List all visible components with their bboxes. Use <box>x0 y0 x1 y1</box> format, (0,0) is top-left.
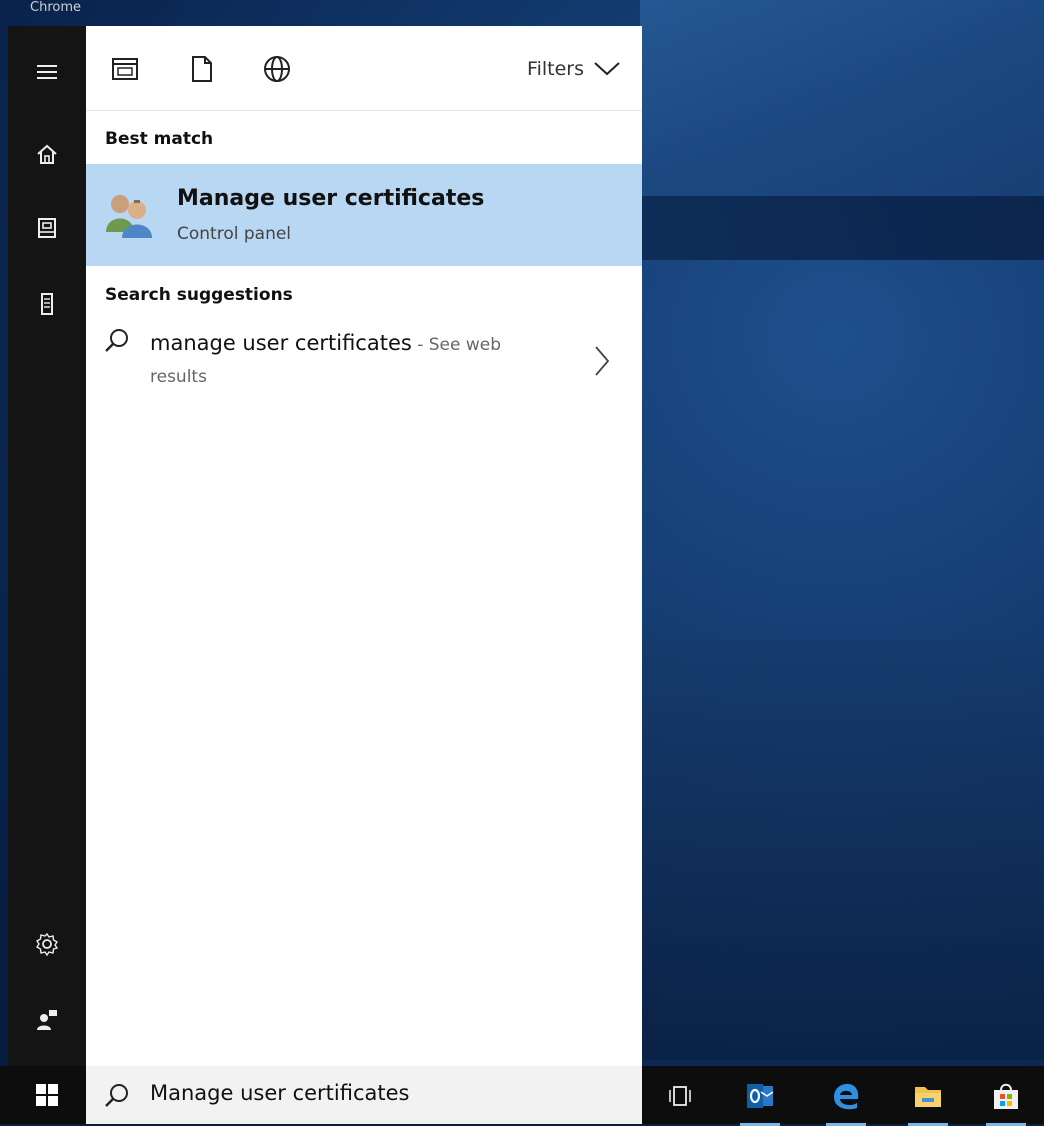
search-panel: Filters Best match Manage user certifica… <box>86 26 642 1066</box>
suggestion-suffix: - See web <box>411 335 502 355</box>
web-suggestion-item[interactable]: manage user certificates - See web resul… <box>86 321 642 401</box>
best-match-heading: Best match <box>105 129 214 149</box>
taskbar-search-box[interactable]: Manage user certificates <box>86 1066 642 1124</box>
wallpaper-band <box>640 196 1044 260</box>
best-match-subtitle: Control panel <box>177 224 292 244</box>
menu-icon[interactable] <box>8 44 86 100</box>
start-rail <box>8 26 86 1066</box>
wallpaper-light <box>640 0 1044 196</box>
home-icon[interactable] <box>8 126 86 182</box>
filters-label: Filters <box>527 58 584 80</box>
best-match-title: Manage user certificates <box>177 186 485 211</box>
search-icon <box>104 327 130 353</box>
filters-dropdown[interactable]: Filters <box>527 58 620 80</box>
windows-start-icon[interactable] <box>8 1066 86 1124</box>
suggestion-suffix-continued: results <box>150 367 207 387</box>
desktop-icon-caption[interactable]: Chrome <box>30 0 81 16</box>
search-icon <box>104 1082 130 1108</box>
outlook-icon[interactable] <box>740 1076 780 1126</box>
feedback-icon[interactable] <box>8 992 86 1048</box>
search-query-text[interactable]: Manage user certificates <box>150 1081 409 1105</box>
task-view-icon[interactable] <box>660 1076 700 1116</box>
users-certificate-icon <box>104 190 156 240</box>
notebook-icon[interactable] <box>8 200 86 256</box>
filter-bar: Filters <box>86 26 642 111</box>
file-explorer-icon[interactable] <box>908 1076 948 1126</box>
documents-filter-icon[interactable] <box>186 54 216 84</box>
search-suggestions-heading: Search suggestions <box>105 285 293 305</box>
chevron-down-icon <box>594 62 620 76</box>
edge-icon[interactable] <box>826 1076 866 1126</box>
device-icon[interactable] <box>8 276 86 332</box>
suggestion-text: manage user certificates - See web <box>150 331 501 355</box>
wallpaper-shadow <box>640 640 1044 1060</box>
web-filter-icon[interactable] <box>262 54 292 84</box>
store-icon[interactable] <box>986 1076 1026 1126</box>
settings-icon[interactable] <box>8 916 86 972</box>
best-match-result[interactable]: Manage user certificates Control panel <box>86 164 642 266</box>
taskbar: Manage user certificates <box>0 1066 1044 1126</box>
apps-filter-icon[interactable] <box>110 54 140 84</box>
chevron-right-icon[interactable] <box>594 345 610 377</box>
suggestion-query: manage user certificates <box>150 331 412 355</box>
